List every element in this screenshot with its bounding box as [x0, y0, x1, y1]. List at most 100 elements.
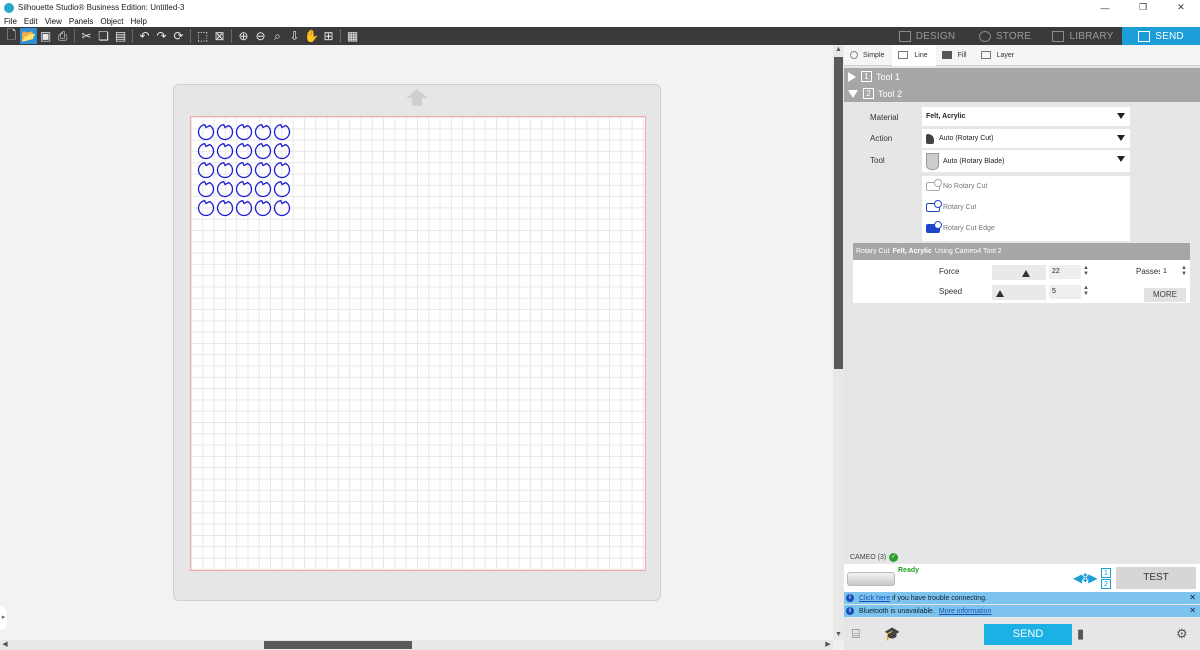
tab-design[interactable]: DESIGN	[888, 27, 966, 45]
vertical-scrollbar[interactable]: ▲ ▼	[833, 45, 844, 640]
design-circle[interactable]	[216, 142, 234, 160]
option-rotary-cut-edge[interactable]: Rotary Cut Edge	[926, 221, 995, 233]
option-rotary-cut[interactable]: Rotary Cut	[926, 200, 976, 212]
send-button[interactable]: SEND	[984, 624, 1072, 645]
design-circle[interactable]	[235, 123, 253, 141]
design-circle[interactable]	[273, 180, 291, 198]
minimize-icon[interactable]: —	[1086, 0, 1124, 15]
scroll-left-icon[interactable]: ◀	[0, 640, 10, 650]
undo-icon[interactable]: ↶	[136, 28, 153, 44]
trash-icon[interactable]: ▮	[1077, 626, 1084, 642]
design-shapes[interactable]	[197, 123, 297, 223]
horizontal-scrollbar[interactable]: ◀ ▶	[0, 640, 833, 650]
design-circle[interactable]	[235, 142, 253, 160]
pan-hand-icon[interactable]: ✋	[303, 28, 320, 44]
horizontal-scroll-thumb[interactable]	[264, 641, 412, 649]
tab-library[interactable]: LIBRARY	[1044, 27, 1122, 45]
design-circle[interactable]	[254, 180, 272, 198]
design-circle[interactable]	[254, 123, 272, 141]
option-no-rotary-cut[interactable]: No Rotary Cut	[926, 179, 987, 191]
more-button[interactable]: MORE	[1144, 288, 1186, 302]
zoom-select-icon[interactable]: ⌕	[269, 28, 286, 44]
force-spinner-icon[interactable]: ▲ ▼	[1083, 265, 1089, 277]
expand-panel-handle[interactable]: ▸	[0, 606, 7, 630]
menu-edit[interactable]: Edit	[24, 17, 38, 26]
design-circle[interactable]	[254, 161, 272, 179]
force-slider[interactable]	[992, 265, 1046, 280]
design-circle[interactable]	[216, 199, 234, 217]
tab-store[interactable]: STORE	[966, 27, 1044, 45]
restore-icon[interactable]: ❐	[1124, 0, 1162, 15]
tool-dropdown[interactable]: Auto (Rotary Blade)	[922, 150, 1130, 172]
paste-icon[interactable]: ▤	[112, 28, 129, 44]
save-icon[interactable]: ▣	[37, 28, 54, 44]
fit-page-icon[interactable]: ⊞	[320, 28, 337, 44]
pixel-grid-icon[interactable]: ▦	[344, 28, 361, 44]
vertical-scroll-thumb[interactable]	[834, 57, 843, 369]
menu-file[interactable]: File	[4, 17, 17, 26]
redo-icon[interactable]: ↷	[153, 28, 170, 44]
select-all-icon[interactable]: ⬚	[194, 28, 211, 44]
tool-1-row[interactable]: 1 Tool 1	[844, 68, 1200, 85]
slider-knob[interactable]	[996, 290, 1004, 297]
zoom-in-icon[interactable]: ⊕	[235, 28, 252, 44]
tutorial-icon[interactable]: 🎓	[884, 626, 900, 642]
design-circle[interactable]	[197, 199, 215, 217]
tool-slot-2[interactable]: 2	[1101, 579, 1111, 589]
machine-settings-icon[interactable]: ⌸	[852, 626, 860, 642]
force-input[interactable]: 22	[1049, 265, 1081, 279]
zoom-out-icon[interactable]: ⊖	[252, 28, 269, 44]
cut-area[interactable]	[190, 116, 646, 571]
material-dropdown[interactable]: Felt, Acrylic	[922, 107, 1130, 126]
design-circle[interactable]	[197, 142, 215, 160]
speed-input[interactable]: 5	[1049, 285, 1081, 299]
redraw-icon[interactable]: ⟳	[170, 28, 187, 44]
design-circle[interactable]	[273, 199, 291, 217]
design-circle[interactable]	[216, 161, 234, 179]
speed-slider[interactable]	[992, 285, 1046, 300]
deselect-icon[interactable]: ⊠	[211, 28, 228, 44]
test-button[interactable]: TEST	[1116, 567, 1196, 589]
move-arrows-icon[interactable]: ◀✥▶	[1073, 571, 1097, 585]
design-circle[interactable]	[273, 142, 291, 160]
move-down-icon[interactable]: ⇩	[286, 28, 303, 44]
design-circle[interactable]	[235, 199, 253, 217]
design-circle[interactable]	[273, 123, 291, 141]
print-icon[interactable]: ⎙	[54, 28, 71, 44]
design-circle[interactable]	[273, 161, 291, 179]
tool-slot-1[interactable]: 1	[1101, 568, 1111, 578]
mode-line[interactable]: Line	[892, 44, 936, 66]
design-circle[interactable]	[254, 199, 272, 217]
mode-layer[interactable]: Layer	[975, 45, 1023, 66]
close-icon[interactable]: ✕	[1189, 605, 1196, 617]
tool-2-row[interactable]: 2 Tool 2	[844, 85, 1200, 102]
menu-panels[interactable]: Panels	[69, 17, 93, 26]
click-here-link[interactable]: Click here	[859, 595, 890, 602]
close-icon[interactable]: ✕	[1162, 0, 1200, 15]
new-icon[interactable]: 🗋	[3, 28, 20, 44]
speed-spinner-icon[interactable]: ▲ ▼	[1083, 285, 1089, 297]
design-circle[interactable]	[197, 180, 215, 198]
design-circle[interactable]	[197, 161, 215, 179]
design-circle[interactable]	[254, 142, 272, 160]
design-circle[interactable]	[235, 161, 253, 179]
tab-send[interactable]: SEND	[1122, 27, 1200, 45]
menu-object[interactable]: Object	[100, 17, 123, 26]
design-circle[interactable]	[235, 180, 253, 198]
mode-simple[interactable]: Simple	[844, 45, 892, 66]
menu-help[interactable]: Help	[130, 17, 146, 26]
design-canvas[interactable]	[0, 45, 833, 640]
menu-view[interactable]: View	[45, 17, 62, 26]
cut-icon[interactable]: ✂	[78, 28, 95, 44]
design-circle[interactable]	[197, 123, 215, 141]
copy-icon[interactable]: ❏	[95, 28, 112, 44]
mode-fill[interactable]: Fill	[936, 45, 975, 66]
passes-input[interactable]: 1	[1160, 265, 1180, 279]
open-icon[interactable]: 📂	[20, 28, 37, 44]
close-icon[interactable]: ✕	[1189, 592, 1196, 604]
design-circle[interactable]	[216, 123, 234, 141]
slider-knob[interactable]	[1022, 270, 1030, 277]
gear-icon[interactable]: ⚙	[1176, 626, 1188, 642]
design-circle[interactable]	[216, 180, 234, 198]
scroll-down-icon[interactable]: ▼	[833, 630, 844, 640]
